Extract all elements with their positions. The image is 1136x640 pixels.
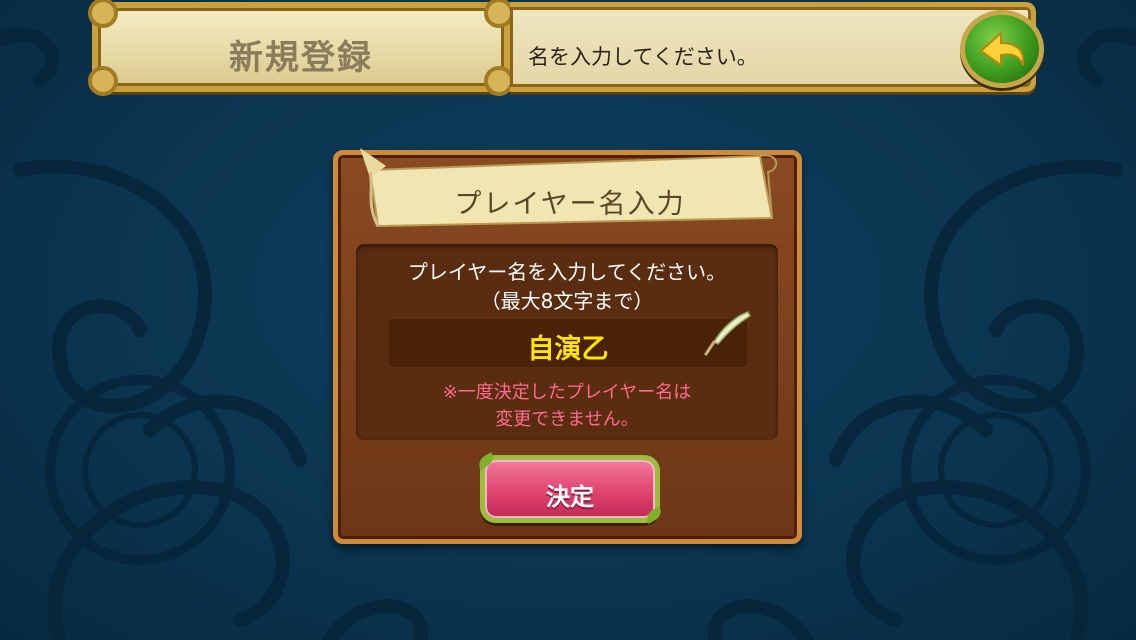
game-screen: 新規登録 名を入力してください。 プレイヤー名入力 プレイヤー名を入力してくださ…: [0, 0, 1136, 640]
name-prompt: プレイヤー名を入力してください。: [407, 260, 727, 284]
header-message-plate: 名を入力してください。: [510, 2, 1036, 92]
back-arrow-icon: [979, 30, 1025, 67]
page-title: 新規登録: [229, 38, 373, 78]
back-button[interactable]: [960, 10, 1044, 88]
player-name-value[interactable]: 自演乙: [389, 327, 747, 366]
warning-text: ※一度決定したプレイヤー名は: [442, 382, 692, 403]
dialog-title: プレイヤー名入力: [454, 189, 686, 220]
header-message: 名を入力してください。: [528, 45, 758, 69]
warning-text: 変更できません。: [495, 409, 639, 430]
plate-corner-ornament: [88, 0, 118, 28]
quill-icon[interactable]: [702, 308, 754, 356]
confirm-button[interactable]: 決定: [475, 452, 665, 524]
header-title-plate: 新規登録: [88, 0, 514, 96]
confirm-button-label: 決定: [546, 483, 594, 511]
